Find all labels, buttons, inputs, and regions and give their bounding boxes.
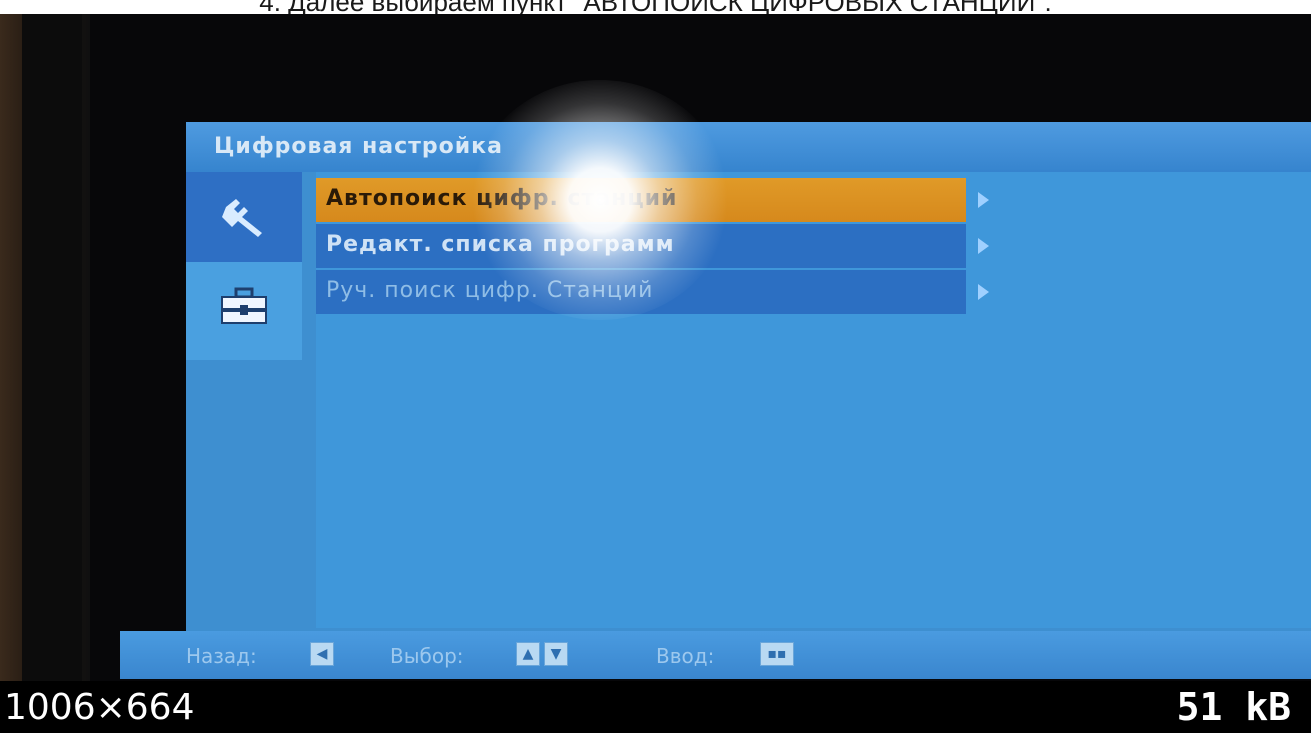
back-key-icon: ◀	[310, 642, 334, 666]
chevron-right-icon	[978, 238, 989, 254]
menu-item-label: Редакт. списка программ	[326, 232, 675, 257]
osd-side-tabs	[186, 172, 302, 360]
image-file-size: 51 kB	[1176, 685, 1291, 729]
menu-item-label: Руч. поиск цифр. Станций	[326, 278, 654, 303]
image-info-bar: 1006×664 51 kB	[0, 681, 1311, 733]
menu-item-label: Автопоиск цифр. станций	[326, 186, 678, 211]
osd-window: Цифровая настройка Автопоиск цифр. станц…	[186, 122, 1311, 632]
tab-tools[interactable]	[186, 262, 302, 352]
menu-item-auto-search[interactable]: Автопоиск цифр. станций	[316, 178, 966, 222]
menu-item-edit-list[interactable]: Редакт. списка программ	[316, 224, 966, 268]
chevron-right-icon	[978, 192, 989, 208]
osd-menu-area: Автопоиск цифр. станций Редакт. списка п…	[316, 172, 1311, 628]
hint-enter-label: Ввод:	[656, 644, 715, 668]
toolbox-icon	[221, 287, 267, 324]
caption-text: 4. Далее выбираем пункт "АВТОПОИСК ЦИФРО…	[0, 0, 1311, 14]
tab-digital-setup[interactable]	[186, 172, 302, 262]
enter-key-icon: ▪▪	[760, 642, 794, 666]
tv-bezel-inner	[22, 14, 82, 704]
menu-item-manual-search[interactable]: Руч. поиск цифр. Станций	[316, 270, 966, 314]
osd-title-bar: Цифровая настройка	[186, 122, 1311, 172]
hint-bar: Назад: ◀ Выбор: ▲ ▼ Ввод: ▪▪	[120, 631, 1311, 679]
down-key-icon: ▼	[544, 642, 568, 666]
hint-select-label: Выбор:	[390, 644, 464, 668]
osd-title: Цифровая настройка	[214, 134, 503, 159]
wrench-icon	[222, 199, 262, 237]
chevron-right-icon	[978, 284, 989, 300]
caption-strip: 4. Далее выбираем пункт "АВТОПОИСК ЦИФРО…	[0, 0, 1311, 14]
hint-back-label: Назад:	[186, 644, 257, 668]
image-dimensions: 1006×664	[4, 687, 195, 728]
up-key-icon: ▲	[516, 642, 540, 666]
